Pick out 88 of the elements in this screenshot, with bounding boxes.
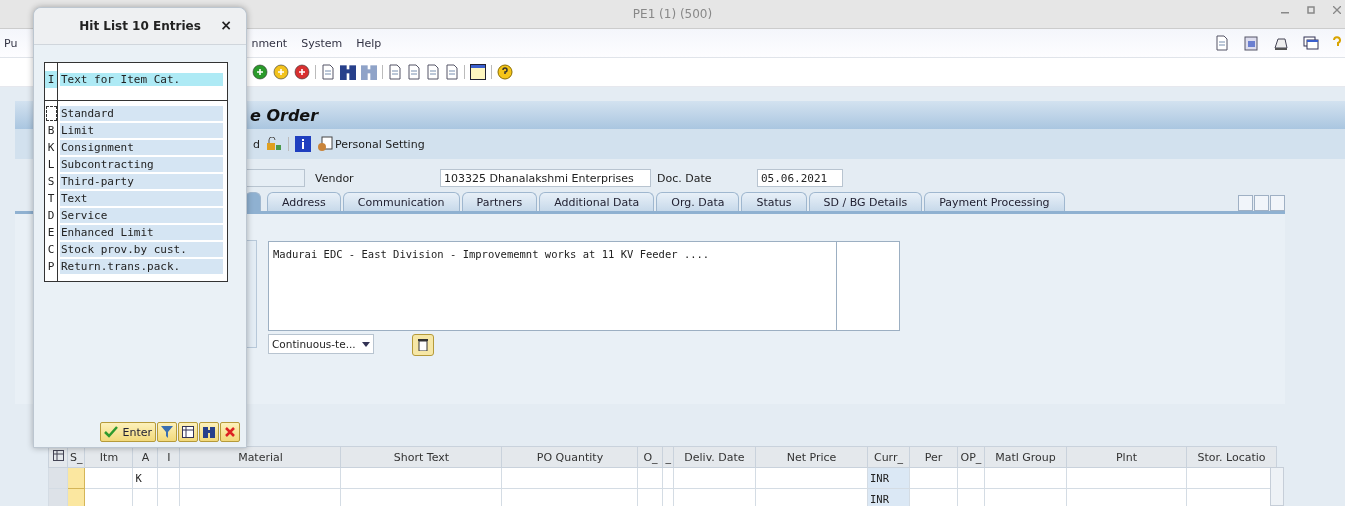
- clipboard-icon[interactable]: [1243, 35, 1259, 51]
- tab[interactable]: Additional Data: [539, 192, 655, 211]
- tab[interactable]: Address: [267, 192, 341, 211]
- find-next-icon[interactable]: [361, 64, 377, 80]
- grid-icon: [52, 450, 64, 461]
- format-dropdown[interactable]: Continuous-te...: [268, 334, 374, 354]
- menu-item[interactable]: Help: [356, 36, 382, 50]
- list-entry[interactable]: Return.trans.pack.: [60, 259, 223, 274]
- entry-key: K: [45, 139, 58, 156]
- column-header[interactable]: Curr_: [867, 446, 910, 468]
- cancel-button[interactable]: [220, 422, 240, 442]
- scrollbar[interactable]: [1270, 467, 1284, 506]
- toolbar-label[interactable]: d: [253, 137, 260, 151]
- scroll-left-button[interactable]: [1238, 195, 1253, 211]
- filter-button[interactable]: [157, 422, 177, 442]
- column-header[interactable]: Net Price: [755, 446, 868, 468]
- entry-key: L: [45, 156, 58, 173]
- column-header[interactable]: PO Quantity: [502, 446, 638, 468]
- list-entry[interactable]: Standard: [60, 106, 223, 121]
- close-icon: [224, 426, 236, 438]
- column-header: I: [45, 71, 58, 88]
- column-header[interactable]: Stor. Locatio: [1186, 446, 1277, 468]
- menu-item[interactable]: nment: [251, 36, 288, 50]
- list-entry[interactable]: Consignment: [60, 140, 223, 155]
- list-entry[interactable]: Third-party: [60, 174, 223, 189]
- column-header[interactable]: Per: [909, 446, 958, 468]
- menu-item[interactable]: System: [301, 36, 343, 50]
- delete-button[interactable]: [412, 334, 434, 356]
- screen-title: e Order: [250, 105, 319, 125]
- entry-key: B: [45, 122, 58, 139]
- list-entry[interactable]: Limit: [60, 123, 223, 138]
- entry-key: P: [45, 258, 58, 275]
- close-button[interactable]: ×: [220, 17, 232, 33]
- list-entry[interactable]: Text: [60, 191, 223, 206]
- find-button[interactable]: [199, 422, 219, 442]
- entry-key: S: [45, 173, 58, 190]
- caret-icon: [361, 341, 370, 347]
- column-header: Text for Item Cat.: [60, 73, 223, 86]
- list-entry[interactable]: Stock prov.by cust.: [60, 242, 223, 257]
- entry-key: T: [45, 190, 58, 207]
- column-header[interactable]: OP_: [957, 446, 985, 468]
- entry-key: C: [45, 241, 58, 258]
- tab[interactable]: Org. Data: [656, 192, 740, 211]
- list-entry[interactable]: Enhanced Limit: [60, 225, 223, 240]
- window-title: PE1 (1) (500): [632, 7, 713, 21]
- document-icon[interactable]: [1215, 35, 1229, 51]
- entry-key: D: [45, 207, 58, 224]
- checkmark-icon: [104, 426, 119, 438]
- windows-icon[interactable]: [1303, 35, 1319, 51]
- trash-icon: [418, 339, 428, 351]
- close-icon[interactable]: [1333, 6, 1341, 14]
- tab[interactable]: SD / BG Details: [808, 192, 923, 211]
- input-field[interactable]: [245, 169, 305, 187]
- find-icon[interactable]: [340, 64, 356, 80]
- table-icon: [182, 426, 194, 438]
- column-header[interactable]: Deliv. Date: [673, 446, 756, 468]
- list-entry[interactable]: Service: [60, 208, 223, 223]
- column-header[interactable]: Material: [180, 446, 341, 468]
- personal-setting-button[interactable]: Personal Setting: [335, 137, 425, 151]
- help-icon[interactable]: [497, 64, 513, 80]
- column-header[interactable]: Matl Group: [984, 446, 1067, 468]
- dialog-title: Hit List 10 Entries: [79, 19, 201, 33]
- menu-item[interactable]: Pu: [4, 36, 18, 50]
- doc-date-field[interactable]: 05.06.2021: [757, 169, 843, 187]
- info-icon[interactable]: [295, 136, 311, 152]
- column-header[interactable]: Plnt: [1066, 446, 1187, 468]
- lock-icon[interactable]: [266, 137, 282, 151]
- column-header[interactable]: O_: [638, 446, 663, 468]
- tab-list-button[interactable]: [1270, 195, 1285, 211]
- scroll-right-button[interactable]: [1254, 195, 1269, 211]
- maximize-icon[interactable]: [1307, 6, 1315, 14]
- list-entry[interactable]: Subcontracting: [60, 157, 223, 172]
- tab[interactable]: Payment Processing: [924, 192, 1065, 211]
- tab[interactable]: Communication: [342, 192, 460, 211]
- tab[interactable]: Partners: [461, 192, 538, 211]
- column-header[interactable]: Short Text: [341, 446, 502, 468]
- filter-icon: [161, 426, 173, 438]
- select-all-button[interactable]: [48, 446, 68, 468]
- layout-icon[interactable]: [470, 64, 486, 80]
- entry-key: E: [45, 224, 58, 241]
- binoculars-icon: [203, 426, 215, 438]
- table-button[interactable]: [178, 422, 198, 442]
- enter-button[interactable]: Enter: [100, 422, 156, 442]
- tab[interactable]: Status: [741, 192, 807, 211]
- vendor-field[interactable]: 103325 Dhanalakshmi Enterprises: [440, 169, 651, 187]
- vendor-label: Vendor: [315, 171, 355, 185]
- column-header[interactable]: _: [663, 446, 674, 468]
- doc-date-label: Doc. Date: [657, 171, 713, 185]
